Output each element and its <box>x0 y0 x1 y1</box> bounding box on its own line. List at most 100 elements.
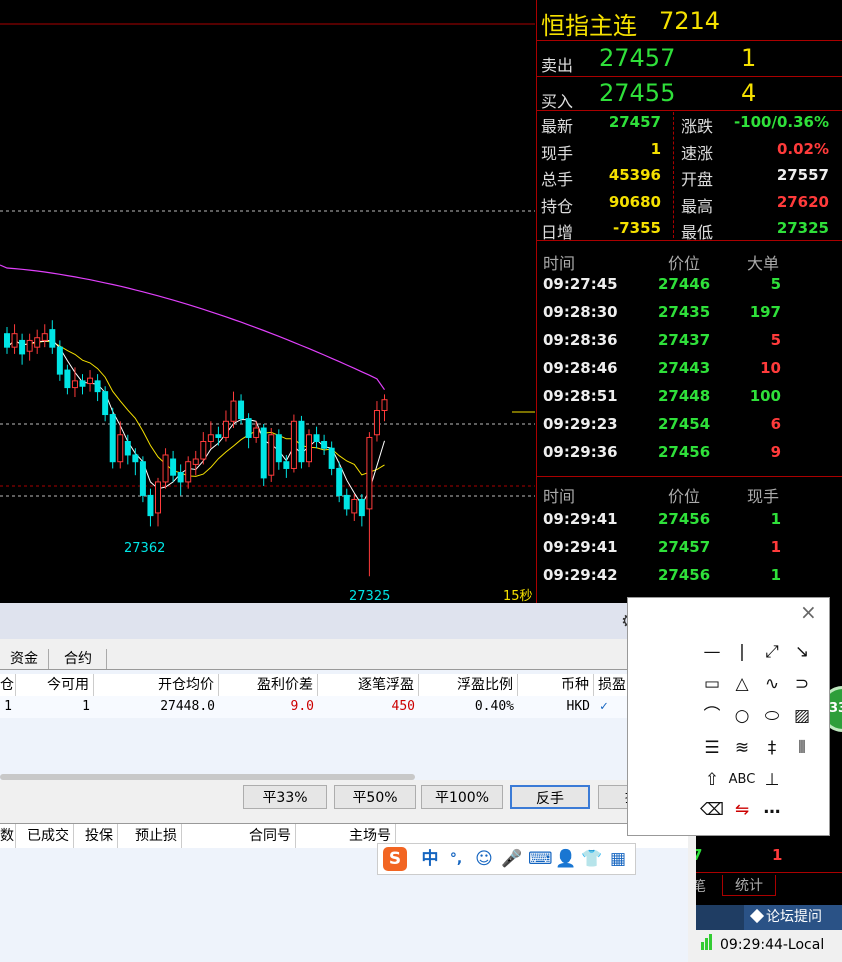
stat-value: -100/0.36% <box>733 113 829 131</box>
column-header[interactable]: 逐笔浮盈 <box>318 674 419 696</box>
table-row[interactable]: 1 1 27448.0 9.0 450 0.40% HKD ✓ <box>0 696 688 718</box>
triangle-tool-icon[interactable]: △ <box>728 672 756 696</box>
ime-punct[interactable]: °, <box>444 847 468 871</box>
action-button[interactable]: 平100% <box>421 785 503 809</box>
action-button[interactable]: 平50% <box>334 785 416 809</box>
candle-body <box>11 333 18 348</box>
candle-body <box>381 399 388 412</box>
candle-body <box>298 420 305 463</box>
ray-tool-icon[interactable]: ↘ <box>788 640 816 664</box>
keyboard-icon[interactable]: ⌨ <box>528 847 553 871</box>
tab-statistics[interactable]: 统计 <box>722 875 776 896</box>
action-button[interactable]: 反手 <box>510 785 590 809</box>
row-size: 5 <box>770 275 781 293</box>
candle-body <box>245 418 252 438</box>
text-tool-icon[interactable]: ABC <box>724 768 760 792</box>
ime-logo-icon[interactable]: S <box>383 847 407 871</box>
order-column-header[interactable]: 数 <box>0 824 16 848</box>
row-price: 27456 <box>658 443 711 461</box>
stat-value: 27325 <box>776 219 829 237</box>
column-header[interactable]: 币种 <box>518 674 594 696</box>
candle-body <box>351 498 358 514</box>
action-button[interactable]: 平33% <box>243 785 327 809</box>
column-header[interactable]: 浮盈比例 <box>419 674 518 696</box>
bid-label: 买入 <box>541 92 574 111</box>
circle-tool-icon[interactable]: ○ <box>728 704 756 728</box>
skin-icon[interactable]: 👕 <box>580 847 604 871</box>
order-column-header[interactable]: 预止损 <box>118 824 182 848</box>
clock-readout: 09:29:44-Local <box>720 937 825 953</box>
h-scrollbar[interactable] <box>0 774 415 780</box>
microphone-icon[interactable]: 🎤 <box>500 847 524 871</box>
bid-qty: 4 <box>741 79 757 107</box>
candle-body <box>275 434 282 463</box>
candlestick-chart[interactable]: 27362 27325 15秒 > <box>0 0 535 603</box>
stat-value: 27620 <box>776 192 829 211</box>
bid-price[interactable]: 27455 <box>599 79 675 107</box>
list-item[interactable]: 09:27:45 27446 5 <box>537 271 842 299</box>
list-item[interactable]: 09:28:30 27435 197 <box>537 299 842 327</box>
order-column-header[interactable]: 合同号 <box>182 824 296 848</box>
candle-body <box>94 380 101 393</box>
low-label-2: 27325 <box>349 589 390 603</box>
ruler-tool-icon[interactable]: ⊥ <box>758 768 786 792</box>
channel-tool-icon[interactable]: ▨ <box>788 704 816 728</box>
bottom-row-size: 1 <box>772 846 783 864</box>
list-item[interactable]: 09:29:23 27454 6 <box>537 411 842 439</box>
candle-body <box>321 441 328 449</box>
candle-body <box>215 434 222 438</box>
vline-tool-icon[interactable]: | <box>728 640 756 664</box>
column-header[interactable]: 开仓均价 <box>94 674 219 696</box>
period-tool-icon[interactable]: ‡ <box>758 736 786 760</box>
emoji-icon[interactable]: ☺ <box>472 847 496 871</box>
close-icon[interactable]: × <box>800 600 817 624</box>
stat-label: 最新 <box>541 117 574 136</box>
tab-funds[interactable]: 资金 <box>0 649 49 669</box>
list-item[interactable]: 09:29:36 27456 9 <box>537 439 842 467</box>
forum-button[interactable]: 论坛提问 <box>744 905 842 930</box>
forum-icon <box>749 908 765 924</box>
list-item[interactable]: 09:29:41 27456 1 <box>537 506 842 534</box>
candle-body <box>185 461 192 483</box>
arc-tool-icon[interactable]: ⊃ <box>788 672 816 696</box>
rectangle-tool-icon[interactable]: ▭ <box>698 672 726 696</box>
list-item[interactable]: 09:28:51 27448 100 <box>537 383 842 411</box>
table-cell: HKD <box>566 699 590 714</box>
row-size: 6 <box>770 415 781 433</box>
list-item[interactable]: 09:28:36 27437 5 <box>537 327 842 355</box>
list-item[interactable]: 09:29:42 27456 1 <box>537 562 842 590</box>
row-size: 100 <box>749 387 781 405</box>
order-column-header[interactable]: 投保 <box>74 824 118 848</box>
arrow-up-tool-icon[interactable]: ⇧ <box>698 768 726 792</box>
candles <box>4 320 388 577</box>
ask-price[interactable]: 27457 <box>599 44 675 72</box>
toolbox-grid-icon[interactable]: ▦ <box>606 847 630 871</box>
vertical-lines-tool-icon[interactable]: ⦀ <box>788 736 816 760</box>
flag-tool-icon[interactable]: ⇋ <box>728 798 756 822</box>
ime-mode[interactable]: 中 <box>418 847 442 871</box>
arc-up-tool-icon[interactable]: ⌒ <box>698 704 726 728</box>
more-tools-icon[interactable]: … <box>758 796 786 820</box>
segment-tool-icon[interactable]: ⤢ <box>758 640 786 664</box>
eraser-tool-icon[interactable]: ⌫ <box>698 798 726 822</box>
fibonacci-tool-icon[interactable]: ☰ <box>698 736 726 760</box>
row-price: 27456 <box>658 510 711 528</box>
column-header[interactable]: 仓 <box>0 674 16 696</box>
wave-tool-icon[interactable]: ∿ <box>758 672 786 696</box>
ellipse-tool-icon[interactable]: ⬭ <box>758 704 786 728</box>
tab-contracts[interactable]: 合约 <box>50 649 107 669</box>
candle-body <box>147 494 154 517</box>
order-column-header[interactable]: 已成交 <box>16 824 74 848</box>
candle-body <box>71 380 78 389</box>
column-header[interactable]: 今可用 <box>16 674 94 696</box>
user-icon[interactable]: 👤 <box>554 847 578 871</box>
candle-body <box>200 441 207 460</box>
column-header[interactable]: 盈利价差 <box>219 674 318 696</box>
list-item[interactable]: 09:29:41 27457 1 <box>537 534 842 562</box>
candle-body <box>41 333 48 341</box>
row-price: 27457 <box>658 538 711 556</box>
list-item[interactable]: 09:28:46 27443 10 <box>537 355 842 383</box>
gann-tool-icon[interactable]: ≋ <box>728 736 756 760</box>
hline-tool-icon[interactable]: — <box>698 640 726 664</box>
stat-value: -7355 <box>613 219 661 237</box>
